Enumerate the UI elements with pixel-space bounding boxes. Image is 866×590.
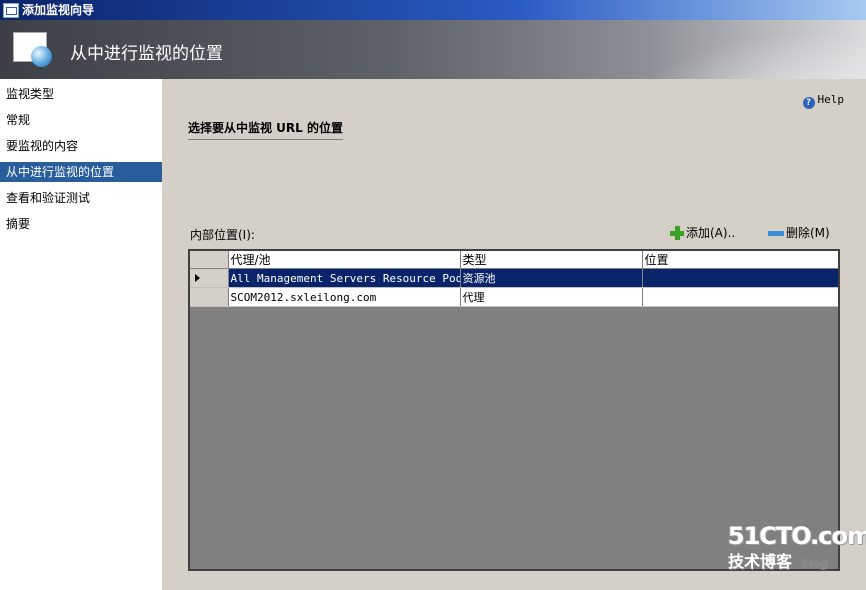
banner-title: 从中进行监视的位置	[70, 44, 223, 64]
watermark-blog: Blog	[800, 557, 828, 570]
nav-item-monitor-type[interactable]: 监视类型	[0, 84, 162, 104]
add-button[interactable]: 添加(A)..	[670, 224, 735, 241]
nav-item-general[interactable]: 常规	[0, 110, 162, 130]
row-header-corner	[190, 251, 229, 269]
wizard-globe-icon	[13, 32, 52, 67]
window-icon	[3, 3, 19, 18]
current-row-arrow-icon	[195, 273, 200, 282]
watermark: 51CTO.com 技术博客 Blog	[728, 522, 866, 576]
help-label: Help	[817, 93, 845, 106]
row-selector[interactable]	[190, 287, 229, 307]
watermark-subtitle: 技术博客 Blog	[728, 552, 828, 571]
grid-header-row: 代理/池 类型 位置	[190, 251, 838, 269]
delete-button-label: 删除(M)	[786, 226, 830, 240]
wizard-banner: 从中进行监视的位置	[0, 20, 866, 79]
column-header-location[interactable]: 位置	[642, 251, 838, 269]
column-header-agent[interactable]: 代理/池	[228, 251, 461, 269]
row-selector[interactable]	[190, 268, 229, 288]
column-header-type[interactable]: 类型	[460, 251, 643, 269]
nav-item-summary[interactable]: 摘要	[0, 214, 162, 234]
cell-agent[interactable]: All Management Servers Resource Pool	[228, 268, 461, 288]
help-icon: ?	[802, 97, 815, 109]
minus-icon	[768, 231, 784, 236]
cell-agent[interactable]: SCOM2012.sxleilong.com	[228, 287, 461, 307]
plus-icon	[670, 226, 684, 240]
wizard-steps-nav: 监视类型 常规 要监视的内容 从中进行监视的位置 查看和验证测试 摘要	[0, 79, 162, 590]
delete-button[interactable]: 删除(M)	[768, 224, 830, 241]
cell-type[interactable]: 资源池	[460, 268, 643, 288]
table-row[interactable]: SCOM2012.sxleilong.com 代理	[190, 287, 838, 307]
watermark-logo: 51CTO.com	[728, 522, 866, 550]
nav-item-what-to-monitor[interactable]: 要监视的内容	[0, 136, 162, 156]
cell-type[interactable]: 代理	[460, 287, 643, 307]
nav-item-view-validate[interactable]: 查看和验证测试	[0, 188, 162, 208]
banner-decoration	[606, 20, 866, 79]
window-title: 添加监视向导	[22, 3, 95, 17]
main-panel: ? Help 选择要从中监视 URL 的位置 内部位置(I): 添加(A).. 删…	[162, 79, 866, 590]
cell-location[interactable]	[642, 287, 838, 307]
add-button-label: 添加(A)..	[686, 226, 736, 240]
internal-locations-label: 内部位置(I):	[190, 228, 255, 242]
title-bar: 添加监视向导	[0, 0, 866, 20]
cell-location[interactable]	[642, 268, 838, 288]
help-link[interactable]: ? Help	[802, 93, 845, 109]
section-title: 选择要从中监视 URL 的位置	[188, 119, 343, 140]
table-row[interactable]: All Management Servers Resource Pool 资源池	[190, 268, 838, 288]
nav-item-where-to-monitor[interactable]: 从中进行监视的位置	[0, 162, 162, 182]
